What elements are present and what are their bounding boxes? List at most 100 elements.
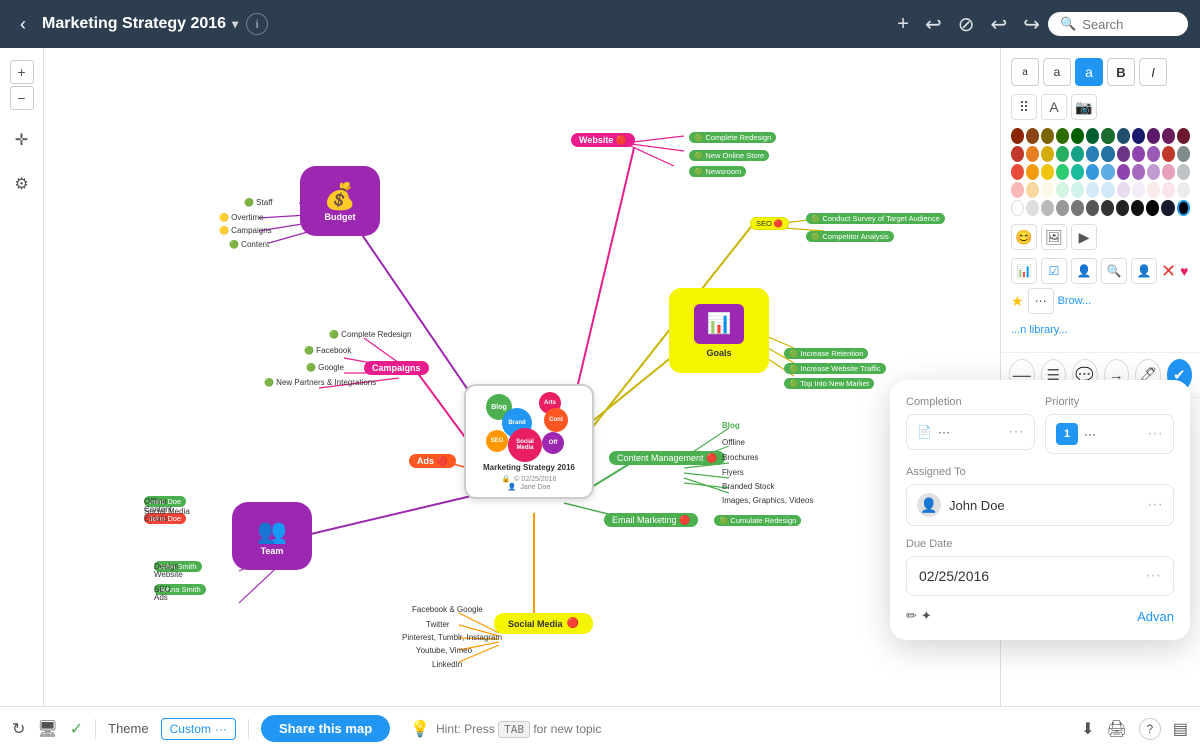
completion-value[interactable]: 📄 ··· ··· <box>906 414 1035 450</box>
info-button[interactable]: i <box>246 13 268 35</box>
color-swatch[interactable] <box>1116 200 1129 216</box>
color-swatch[interactable] <box>1056 164 1069 180</box>
browse-person-btn[interactable]: 👤 <box>1071 258 1097 284</box>
color-swatch[interactable] <box>1101 164 1114 180</box>
fit-map-button[interactable]: ✛ <box>8 126 36 154</box>
color-swatch[interactable] <box>1041 164 1054 180</box>
sidebar-toggle-icon[interactable]: ▤ <box>1173 719 1188 739</box>
color-swatch[interactable] <box>1056 146 1069 162</box>
browse-chart-btn[interactable]: 📊 <box>1011 258 1037 284</box>
monitor-icon[interactable]: 🖥 <box>37 719 57 739</box>
color-swatch[interactable] <box>1177 164 1190 180</box>
color-swatch[interactable] <box>1056 200 1069 216</box>
website-topic[interactable]: Website 🔴 <box>571 130 635 148</box>
font-bold-btn[interactable]: B <box>1107 58 1135 86</box>
priority-value[interactable]: 1 ··· ··· <box>1045 414 1174 454</box>
browse-x-icon[interactable]: ✕ <box>1161 261 1176 282</box>
color-swatch[interactable] <box>1117 182 1130 198</box>
color-swatch[interactable] <box>1026 146 1039 162</box>
color-swatch[interactable] <box>1071 182 1084 198</box>
color-swatch[interactable] <box>1101 128 1114 144</box>
completion-dots1[interactable]: ··· <box>938 425 950 439</box>
sync-icon[interactable]: ↻ <box>12 719 25 739</box>
back-button[interactable]: ‹ <box>12 10 34 39</box>
team-node[interactable]: 👥 Team <box>232 502 312 570</box>
search-box[interactable]: 🔍 <box>1048 12 1188 36</box>
color-swatch[interactable] <box>1011 200 1024 216</box>
browse-user2-btn[interactable]: 👤 <box>1131 258 1157 284</box>
color-swatch[interactable] <box>1162 146 1175 162</box>
color-swatch[interactable] <box>1147 182 1160 198</box>
redo-icon[interactable]: ↪ <box>1023 12 1040 37</box>
assigned-value[interactable]: 👤 John Doe ··· <box>906 484 1174 526</box>
color-swatch[interactable] <box>1147 164 1160 180</box>
browse-more-btn[interactable]: ⋯ <box>1028 288 1054 314</box>
color-swatch[interactable] <box>1162 182 1175 198</box>
zoom-out-button[interactable]: − <box>10 86 34 110</box>
shape-camera-btn[interactable]: 📷 <box>1071 94 1097 120</box>
assigned-more-dots[interactable]: ··· <box>1147 496 1163 514</box>
color-swatch[interactable] <box>1041 146 1054 162</box>
add-topic-icon[interactable]: + <box>897 13 909 36</box>
social-media-node[interactable]: Social Media 🔴 <box>494 613 593 634</box>
color-swatch[interactable] <box>1132 182 1145 198</box>
color-swatch[interactable] <box>1026 128 1039 144</box>
browse-search-btn[interactable]: 🔍 <box>1101 258 1127 284</box>
color-swatch[interactable] <box>1131 200 1144 216</box>
content-mgmt-topic[interactable]: Content Management 🔴 <box>609 448 725 466</box>
custom-badge-dots[interactable]: ··· <box>215 722 227 736</box>
color-swatch[interactable] <box>1071 164 1084 180</box>
color-swatch[interactable] <box>1086 146 1099 162</box>
undo-icon[interactable]: ↩ <box>990 12 1007 37</box>
color-swatch[interactable] <box>1132 146 1145 162</box>
font-small-btn[interactable]: a <box>1011 58 1039 86</box>
color-swatch[interactable] <box>1161 200 1174 216</box>
color-swatch[interactable] <box>1026 182 1039 198</box>
color-swatch[interactable] <box>1041 200 1054 216</box>
color-swatch[interactable] <box>1147 146 1160 162</box>
color-swatch[interactable] <box>1117 164 1130 180</box>
color-swatch[interactable] <box>1162 164 1175 180</box>
color-swatch[interactable] <box>1147 128 1160 144</box>
due-date-value[interactable]: 02/25/2016 ··· <box>906 556 1174 596</box>
browse-label[interactable]: Brow... <box>1058 295 1092 307</box>
search-input[interactable] <box>1082 17 1182 32</box>
color-swatch[interactable] <box>1132 128 1145 144</box>
help-icon[interactable]: ? <box>1139 718 1161 740</box>
budget-node[interactable]: 💰 Budget <box>300 166 380 236</box>
share-map-button[interactable]: Share this map <box>261 715 390 742</box>
color-swatch[interactable] <box>1162 128 1175 144</box>
color-swatch[interactable] <box>1011 128 1024 144</box>
font-italic-btn[interactable]: I <box>1139 58 1167 86</box>
timer-icon[interactable]: ⊘ <box>958 12 975 37</box>
due-date-more-dots[interactable]: ··· <box>1145 567 1161 585</box>
color-swatch[interactable] <box>1026 164 1039 180</box>
color-swatch[interactable] <box>1177 182 1190 198</box>
color-swatch[interactable] <box>1071 146 1084 162</box>
completion-more-dots[interactable]: ··· <box>1008 423 1024 441</box>
color-swatch[interactable] <box>1011 164 1024 180</box>
color-swatch[interactable] <box>1041 182 1054 198</box>
color-swatch[interactable] <box>1132 164 1145 180</box>
custom-theme-badge[interactable]: Custom ··· <box>161 718 236 740</box>
color-swatch-selected[interactable] <box>1177 200 1190 216</box>
settings-button[interactable]: ⚙ <box>8 170 36 198</box>
center-node[interactable]: Blog Arts Brand Cont SEO Off Social Medi… <box>464 384 594 499</box>
browse-heart-icon[interactable]: ♥ <box>1180 263 1188 279</box>
ads-topic[interactable]: Ads 🔴 <box>409 451 456 469</box>
color-swatch[interactable] <box>1086 200 1099 216</box>
color-swatch[interactable] <box>1101 200 1114 216</box>
color-swatch[interactable] <box>1041 128 1054 144</box>
color-swatch[interactable] <box>1177 128 1190 144</box>
shape-dots-btn[interactable]: ⠿ <box>1011 94 1037 120</box>
goals-node[interactable]: 📊 Goals <box>669 288 769 373</box>
advanced-link[interactable]: Advan <box>1137 609 1174 624</box>
color-swatch[interactable] <box>1146 200 1159 216</box>
email-marketing-topic[interactable]: Email Marketing 🔴 <box>604 510 698 528</box>
shape-text-btn[interactable]: A <box>1041 94 1067 120</box>
color-swatch[interactable] <box>1086 164 1099 180</box>
color-swatch[interactable] <box>1177 146 1190 162</box>
color-swatch[interactable] <box>1011 182 1024 198</box>
color-swatch[interactable] <box>1101 182 1114 198</box>
browse-star-icon[interactable]: ★ <box>1011 293 1024 310</box>
